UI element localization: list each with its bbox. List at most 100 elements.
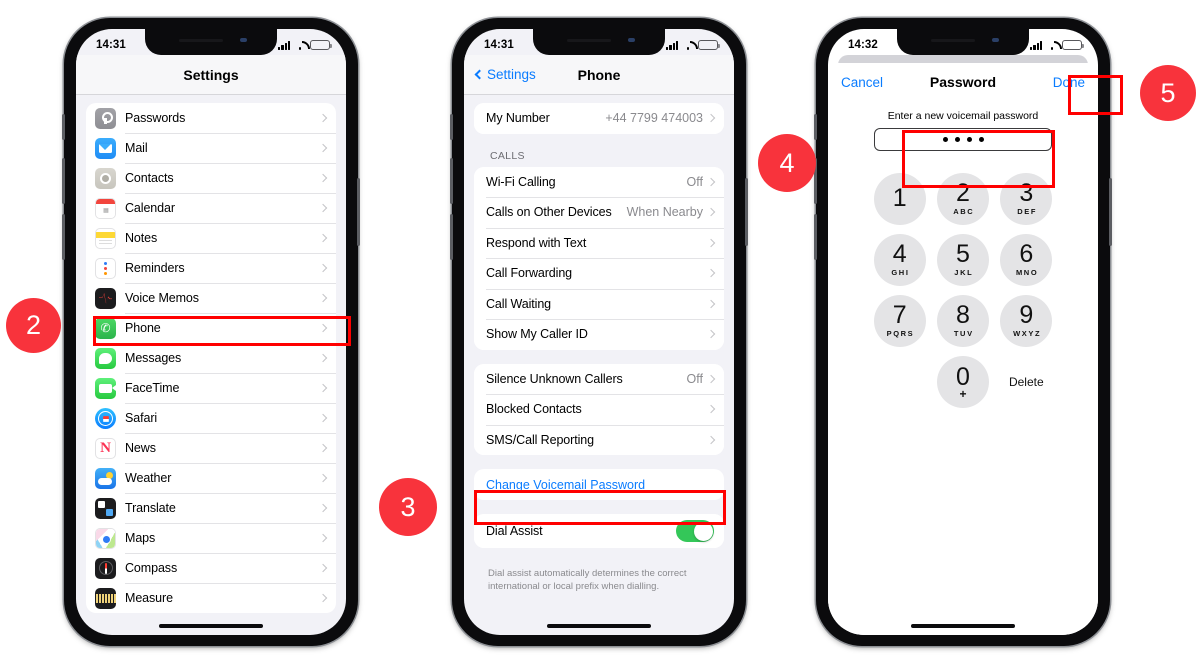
wifi-icon	[682, 41, 694, 50]
phone-3-password: 14:32 Cancel Password Done Enter a new v…	[814, 18, 1112, 646]
translate-icon	[95, 497, 116, 519]
row-sms-call-reporting[interactable]: SMS/Call Reporting	[474, 424, 724, 455]
sidebar-item-contacts[interactable]: Contacts	[86, 163, 336, 193]
key-letters: ABC	[953, 206, 975, 216]
status-time: 14:31	[96, 39, 126, 51]
reminders-icon	[95, 257, 116, 279]
voice-memos-icon	[95, 287, 116, 309]
silent-switch[interactable]	[450, 114, 453, 140]
volume-down-button[interactable]	[62, 214, 65, 260]
battery-icon	[310, 40, 332, 50]
sidebar-item-maps[interactable]: Maps	[86, 523, 336, 553]
step-badge-3: 3	[379, 478, 437, 536]
sidebar-item-mail[interactable]: Mail	[86, 133, 336, 163]
status-indicators	[1030, 40, 1084, 50]
chevron-right-icon	[318, 533, 328, 543]
row-label: Call Waiting	[486, 296, 552, 311]
sidebar-item-messages[interactable]: Messages	[86, 343, 336, 373]
row-label: Messages	[125, 351, 182, 365]
back-label: Settings	[487, 67, 536, 82]
sidebar-item-news[interactable]: N News	[86, 433, 336, 463]
row-silence-unknown-callers[interactable]: Silence Unknown Callers Off	[474, 363, 724, 394]
keypad-key-4[interactable]: 4 GHI	[873, 234, 926, 286]
volume-up-button[interactable]	[450, 158, 453, 204]
tutorial-stage: 14:31 Settings Passwords Mail Contacts ▦…	[0, 0, 1200, 664]
key-number: 4	[892, 240, 907, 269]
key-number: 9	[1019, 301, 1034, 330]
sidebar-item-notes[interactable]: Notes	[86, 223, 336, 253]
settings-group: Passwords Mail Contacts ▦ Calendar Notes…	[86, 103, 336, 613]
row-my-number[interactable]: My Number +44 7799 474003	[474, 103, 724, 134]
volume-down-button[interactable]	[450, 214, 453, 260]
chevron-right-icon	[706, 238, 716, 247]
notch	[145, 29, 277, 55]
status-time: 14:31	[484, 39, 514, 51]
chevron-right-icon	[318, 263, 328, 273]
chevron-right-icon	[706, 208, 716, 217]
chevron-right-icon	[706, 435, 716, 444]
row-label: Show My Caller ID	[486, 327, 588, 342]
volume-up-button[interactable]	[62, 158, 65, 204]
keypad-key-9[interactable]: 9 WXYZ	[1000, 295, 1053, 347]
back-button[interactable]: Settings	[474, 67, 536, 82]
numeric-keypad: 1 2 ABC 3 DEF 4 GHI 5 JKL 6 MNO 7 PQRS 8…	[828, 173, 1098, 408]
keypad-key-0[interactable]: 0 +	[936, 356, 989, 408]
power-button[interactable]	[1109, 178, 1112, 246]
sidebar-item-measure[interactable]: Measure	[86, 583, 336, 613]
blocking-group: Silence Unknown Callers Off Blocked Cont…	[474, 363, 724, 455]
password-prompt: Enter a new voicemail password	[887, 110, 1039, 122]
modal-toolbar: Cancel Password Done	[828, 63, 1098, 101]
key-number: 8	[956, 301, 970, 330]
sidebar-item-voice-memos[interactable]: Voice Memos	[86, 283, 336, 313]
power-button[interactable]	[357, 178, 360, 246]
step-number: 4	[779, 147, 795, 178]
keypad-key-7[interactable]: 7 PQRS	[873, 295, 926, 347]
power-button[interactable]	[745, 178, 748, 246]
sidebar-item-compass[interactable]: Compass	[86, 553, 336, 583]
chevron-right-icon	[318, 593, 328, 603]
sidebar-item-safari[interactable]: Safari	[86, 403, 336, 433]
row-calls-other-devices[interactable]: Calls on Other Devices When Nearby	[474, 197, 724, 228]
chevron-right-icon	[318, 413, 328, 423]
step-number: 3	[400, 491, 416, 522]
front-camera	[628, 38, 635, 42]
chevron-right-icon	[318, 563, 328, 573]
sidebar-item-calendar[interactable]: ▦ Calendar	[86, 193, 336, 223]
sidebar-item-facetime[interactable]: FaceTime	[86, 373, 336, 403]
row-wifi-calling[interactable]: Wi-Fi Calling Off	[474, 166, 724, 197]
sidebar-item-reminders[interactable]: Reminders	[86, 253, 336, 283]
wifi-icon	[294, 41, 306, 50]
step-badge-4: 4	[758, 134, 816, 192]
key-letters: MNO	[1015, 267, 1039, 277]
volume-down-button[interactable]	[814, 214, 817, 260]
settings-list[interactable]: Passwords Mail Contacts ▦ Calendar Notes…	[76, 95, 346, 635]
key-letters: TUV	[953, 328, 974, 338]
cancel-button[interactable]: Cancel	[841, 75, 883, 90]
silent-switch[interactable]	[814, 114, 817, 140]
sidebar-item-passwords[interactable]: Passwords	[86, 103, 336, 133]
row-label: Translate	[125, 501, 176, 515]
key-number: 5	[956, 240, 970, 269]
key-letters: GHI	[891, 267, 910, 277]
chevron-right-icon	[318, 233, 328, 243]
row-call-waiting[interactable]: Call Waiting	[474, 288, 724, 319]
sidebar-item-translate[interactable]: Translate	[86, 493, 336, 523]
row-value: Off	[686, 371, 703, 386]
row-label: Call Forwarding	[486, 266, 573, 281]
chevron-right-icon	[318, 473, 328, 483]
keypad-key-5[interactable]: 5 JKL	[936, 234, 989, 286]
silent-switch[interactable]	[62, 114, 65, 140]
home-indicator	[911, 624, 1015, 628]
row-respond-with-text[interactable]: Respond with Text	[474, 227, 724, 258]
step-badge-5: 5	[1140, 65, 1196, 121]
sidebar-item-weather[interactable]: Weather	[86, 463, 336, 493]
row-blocked-contacts[interactable]: Blocked Contacts	[474, 394, 724, 425]
row-call-forwarding[interactable]: Call Forwarding	[474, 258, 724, 289]
phone-settings-list[interactable]: My Number +44 7799 474003 CALLS Wi-Fi Ca…	[464, 95, 734, 635]
keypad-key-6[interactable]: 6 MNO	[1000, 234, 1053, 286]
keypad-key-8[interactable]: 8 TUV	[936, 295, 989, 347]
row-show-my-caller-id[interactable]: Show My Caller ID	[474, 319, 724, 350]
calendar-icon: ▦	[95, 197, 116, 219]
delete-button[interactable]: Delete	[1009, 375, 1044, 389]
notes-icon	[95, 227, 116, 249]
